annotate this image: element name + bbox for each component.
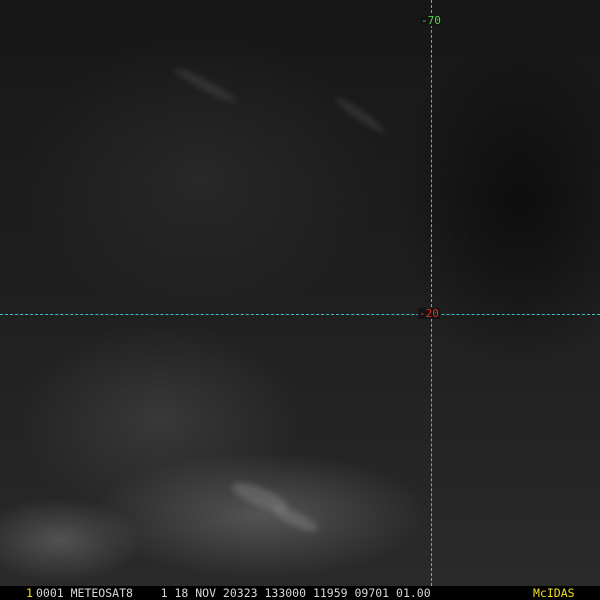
image-info-bar: 1 0001 METEOSAT8 1 18 NOV 20323 133000 1… <box>0 586 600 600</box>
cloud-streak <box>171 64 239 106</box>
latitude-label: -20 <box>418 307 440 320</box>
satellite-image-viewer: -70 -20 1 0001 METEOSAT8 1 18 NOV 20323 … <box>0 0 600 600</box>
image-metadata-text: 0001 METEOSAT8 1 18 NOV 20323 133000 119… <box>36 586 431 600</box>
frame-number: 1 <box>26 586 33 600</box>
cloud-streak <box>269 502 321 536</box>
longitude-label: -70 <box>420 14 442 27</box>
longitude-grid-line <box>431 0 432 586</box>
latitude-grid-line <box>0 314 600 315</box>
satellite-imagery <box>0 0 600 586</box>
cloud-streak <box>332 93 388 137</box>
mcidas-brand: McIDAS <box>533 586 575 600</box>
